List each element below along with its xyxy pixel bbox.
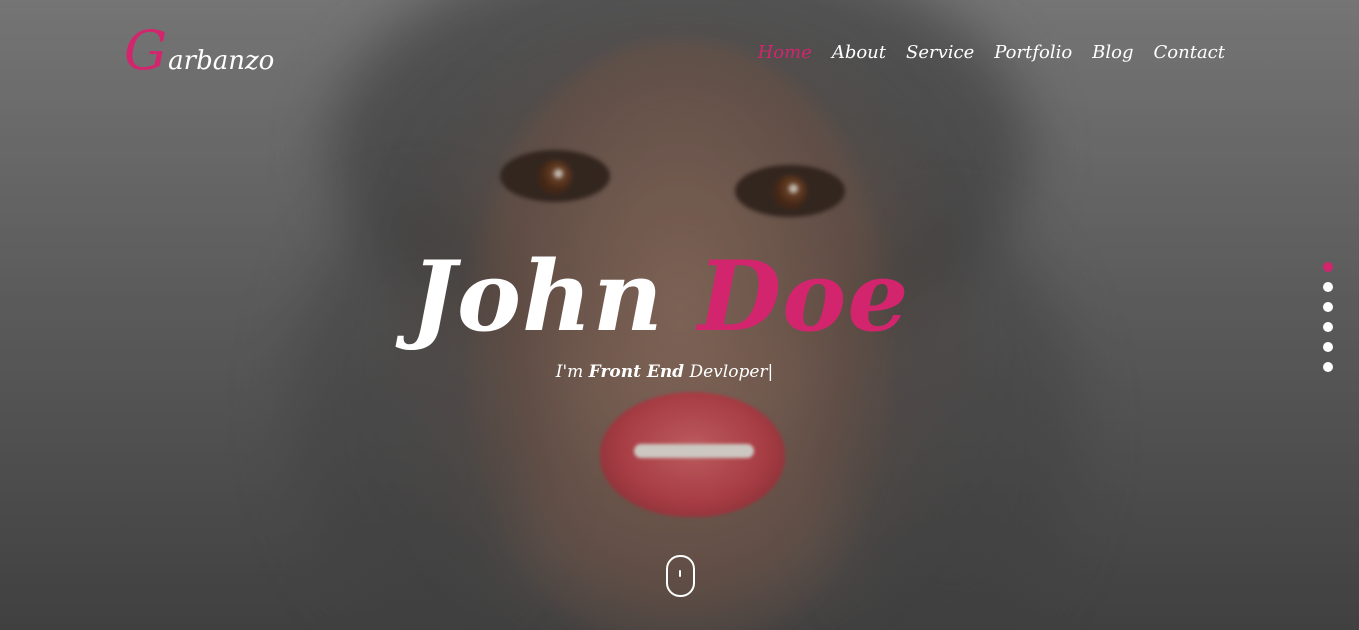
pager-dot[interactable]: [1323, 282, 1333, 292]
mouse-wheel: [679, 570, 681, 577]
pager-dot[interactable]: [1323, 322, 1333, 332]
hero-first-name: John: [410, 240, 664, 353]
section-pager: [1323, 262, 1333, 372]
pager-dot[interactable]: [1323, 362, 1333, 372]
pager-dot[interactable]: [1323, 302, 1333, 312]
nav-contact[interactable]: Contact: [1154, 42, 1225, 63]
hero-subtitle: I'm Front End Devloper|: [0, 362, 1329, 382]
hero-last-name: Doe: [698, 240, 910, 353]
nav-service[interactable]: Service: [906, 42, 974, 63]
logo-initial: G: [124, 19, 168, 82]
nav-portfolio[interactable]: Portfolio: [994, 42, 1072, 63]
mouse-scroll-icon[interactable]: [666, 555, 695, 597]
subtitle-role: Front End: [588, 362, 685, 382]
nav-home[interactable]: Home: [758, 42, 812, 63]
nav-about[interactable]: About: [832, 42, 886, 63]
logo-text: arbanzo: [168, 46, 275, 76]
subtitle-suffix: Devloper|: [689, 362, 774, 382]
nav-blog[interactable]: Blog: [1092, 42, 1133, 63]
pager-dot[interactable]: [1323, 342, 1333, 352]
brand-logo[interactable]: G arbanzo: [124, 24, 274, 78]
pager-dot[interactable]: [1323, 262, 1333, 272]
hero-title: John Doe: [0, 240, 1320, 353]
main-nav: Home About Service Portfolio Blog Contac…: [738, 42, 1225, 63]
subtitle-prefix: I'm: [555, 362, 584, 382]
